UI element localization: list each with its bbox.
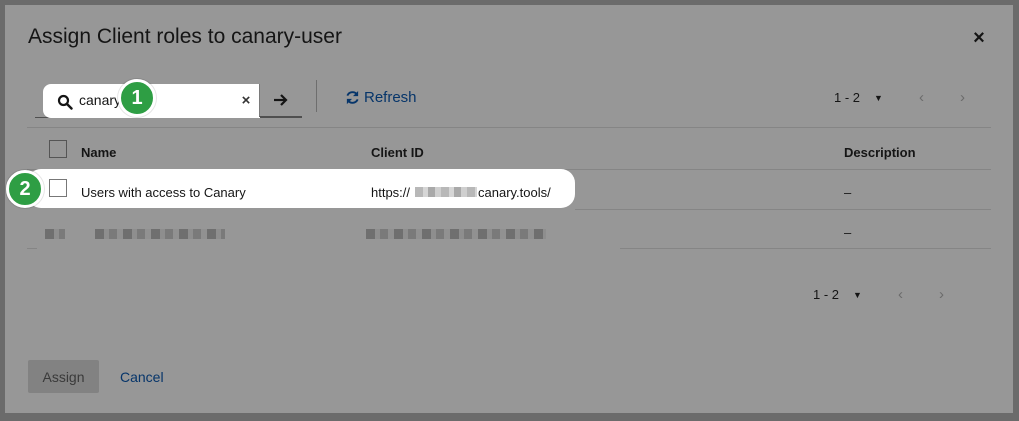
search-icon: [57, 94, 73, 110]
row-divider: [575, 209, 991, 210]
redacted-row-checkbox[interactable]: [45, 229, 65, 239]
column-header-name[interactable]: Name: [81, 145, 116, 160]
arrow-right-icon: [274, 94, 288, 106]
caret-down-icon[interactable]: ▼: [874, 93, 883, 103]
row-checkbox[interactable]: [49, 179, 67, 197]
assign-button[interactable]: Assign: [28, 360, 99, 393]
clear-icon[interactable]: ×: [236, 91, 256, 111]
row-description: –: [844, 185, 852, 200]
dialog-title: Assign Client roles to canary-user: [28, 25, 342, 48]
cancel-button[interactable]: Cancel: [120, 369, 164, 385]
row-divider-right: [620, 248, 991, 249]
redacted-row-client-id: [366, 229, 546, 239]
pagination-range[interactable]: 1 - 2: [834, 90, 860, 105]
assign-roles-modal: Assign Client roles to canary-user × × 1…: [5, 5, 1013, 413]
row-description: –: [844, 225, 852, 240]
select-all-checkbox[interactable]: [49, 140, 67, 158]
table-top-border: [27, 127, 991, 128]
caret-down-icon[interactable]: ▼: [853, 290, 862, 300]
column-header-description[interactable]: Description: [844, 145, 916, 160]
chevron-left-icon[interactable]: ‹: [919, 89, 924, 106]
refresh-button[interactable]: Refresh: [345, 87, 417, 107]
top-pagination: 1 - 2 ▼ ‹ ›: [834, 89, 965, 106]
refresh-icon: [346, 90, 359, 104]
pagination-range[interactable]: 1 - 2: [813, 287, 839, 302]
chevron-left-icon[interactable]: ‹: [898, 286, 903, 303]
search-submit-button[interactable]: [259, 84, 302, 117]
row-divider-left: [27, 248, 37, 249]
row-client-id-prefix: https://: [371, 185, 411, 200]
row-client-id-suffix: canary.tools/: [478, 185, 551, 200]
callout-1: 1: [118, 79, 156, 117]
toolbar-divider: [316, 80, 317, 112]
redacted-client-id: [415, 187, 477, 197]
column-header-client-id[interactable]: Client ID: [371, 145, 424, 160]
bottom-pagination: 1 - 2 ▼ ‹ ›: [813, 286, 944, 303]
close-icon[interactable]: ×: [970, 27, 988, 49]
chevron-right-icon[interactable]: ›: [939, 286, 944, 303]
row-name: Users with access to Canary: [81, 185, 246, 200]
chevron-right-icon[interactable]: ›: [960, 89, 965, 106]
redacted-row-name: [95, 229, 225, 239]
callout-2: 2: [6, 170, 44, 208]
refresh-label: Refresh: [364, 88, 417, 106]
